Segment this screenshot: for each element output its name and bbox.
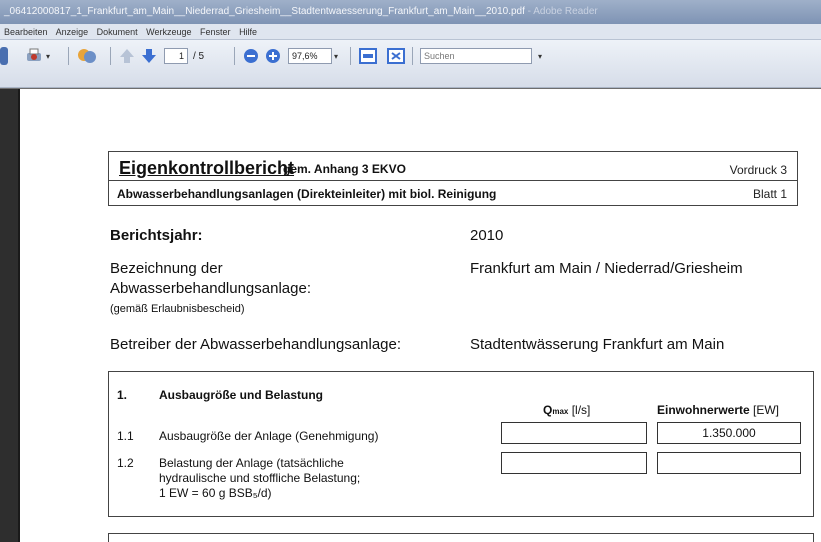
einwohnerwerte-header: Einwohnerwerte [EW] [657, 403, 780, 417]
menu-bar: Bearbeiten Anzeige Dokument Werkzeuge Fe… [0, 24, 821, 40]
page-number-input[interactable]: 1 [164, 48, 188, 64]
berichtsjahr-value: 2010 [470, 227, 504, 244]
collaborate-icon[interactable] [76, 46, 98, 66]
row-1-2-label-2: hydraulische und stoffliche Belastung; [159, 471, 361, 485]
next-page-icon[interactable] [140, 46, 158, 66]
page-total: / 5 [193, 50, 205, 62]
menu-anzeige[interactable]: Anzeige [56, 27, 89, 37]
app-name: - Adobe Reader [524, 6, 598, 17]
print-dropdown-icon[interactable]: ▾ [46, 52, 50, 61]
fit-width-icon[interactable] [358, 46, 378, 66]
navigation-pane-edge[interactable] [0, 89, 18, 542]
betreiber-value: Stadtentwässerung Frankfurt am Main [470, 336, 725, 353]
zoom-level-input[interactable]: 97,6% [288, 48, 332, 64]
section-1-number: 1. [117, 388, 128, 402]
section-2-box [108, 533, 814, 542]
section-1-box: 1. Ausbaugröße und Belastung Qmax [l/s] … [108, 371, 814, 517]
pdf-page: Eigenkontrollbericht gem. Anhang 3 EKVO … [18, 89, 821, 542]
menu-bearbeiten[interactable]: Bearbeiten [4, 27, 48, 37]
row-1-1-label: Ausbaugröße der Anlage (Genehmigung) [159, 429, 379, 443]
zoom-dropdown-icon[interactable]: ▾ [334, 52, 338, 61]
row-1-2-qmax-field[interactable] [501, 452, 647, 474]
search-input[interactable]: Suchen [420, 48, 532, 64]
menu-hilfe[interactable]: Hilfe [239, 27, 257, 37]
fit-page-icon[interactable] [386, 46, 406, 66]
report-title: Eigenkontrollbericht [119, 158, 295, 178]
row-1-1-einwohnerwerte-field[interactable]: 1.350.000 [657, 422, 801, 444]
zoom-in-icon[interactable] [264, 46, 282, 66]
menu-werkzeuge[interactable]: Werkzeuge [146, 27, 191, 37]
blatt-label: Blatt 1 [752, 187, 787, 201]
vordruck-label: Vordruck 3 [729, 163, 787, 177]
row-1-2-einwohnerwerte-field[interactable] [657, 452, 801, 474]
bezeichnung-label-2: Abwasserbehandlungsanlage: [110, 280, 311, 297]
report-header-box: Eigenkontrollbericht gem. Anhang 3 EKVO … [108, 151, 798, 206]
zoom-out-icon[interactable] [242, 46, 260, 66]
row-1-1-qmax-field[interactable] [501, 422, 647, 444]
menu-dokument[interactable]: Dokument [97, 27, 138, 37]
row-1-1-number: 1.1 [117, 429, 134, 443]
window-title-bar: _06412000817_1_Frankfurt_am_Main__Nieder… [0, 0, 821, 24]
print-icon[interactable]: ▾ [24, 46, 50, 66]
window-title: _06412000817_1_Frankfurt_am_Main__Nieder… [4, 6, 525, 17]
bezeichnung-note: (gemäß Erlaubnisbescheid) [110, 303, 245, 315]
report-subtitle: Abwasserbehandlungsanlagen (Direkteinlei… [117, 187, 497, 201]
qmax-header: Qmax [l/s] [543, 403, 591, 417]
betreiber-label: Betreiber der Abwasserbehandlungsanlage: [110, 336, 402, 353]
bezeichnung-value: Frankfurt am Main / Niederrad/Griesheim [470, 260, 743, 277]
toolbar: ▾ 1 / 5 97,6% ▾ Suchen ▾ [0, 40, 821, 88]
menu-fenster[interactable]: Fenster [200, 27, 231, 37]
row-1-2-label-1: Belastung der Anlage (tatsächliche [159, 456, 344, 470]
search-dropdown-icon[interactable]: ▾ [538, 52, 542, 61]
bezeichnung-label-1: Bezeichnung der [110, 260, 223, 277]
row-1-2-label-3: 1 EW = 60 g BSB₅/d) [159, 486, 272, 500]
section-1-title: Ausbaugröße und Belastung [159, 388, 324, 402]
berichtsjahr-label: Berichtsjahr: [110, 227, 203, 244]
row-1-2-number: 1.2 [117, 456, 134, 470]
previous-page-icon[interactable] [118, 46, 136, 66]
report-title-suffix: gem. Anhang 3 EKVO [283, 162, 406, 176]
toolbar-edge-icon[interactable] [0, 46, 8, 66]
